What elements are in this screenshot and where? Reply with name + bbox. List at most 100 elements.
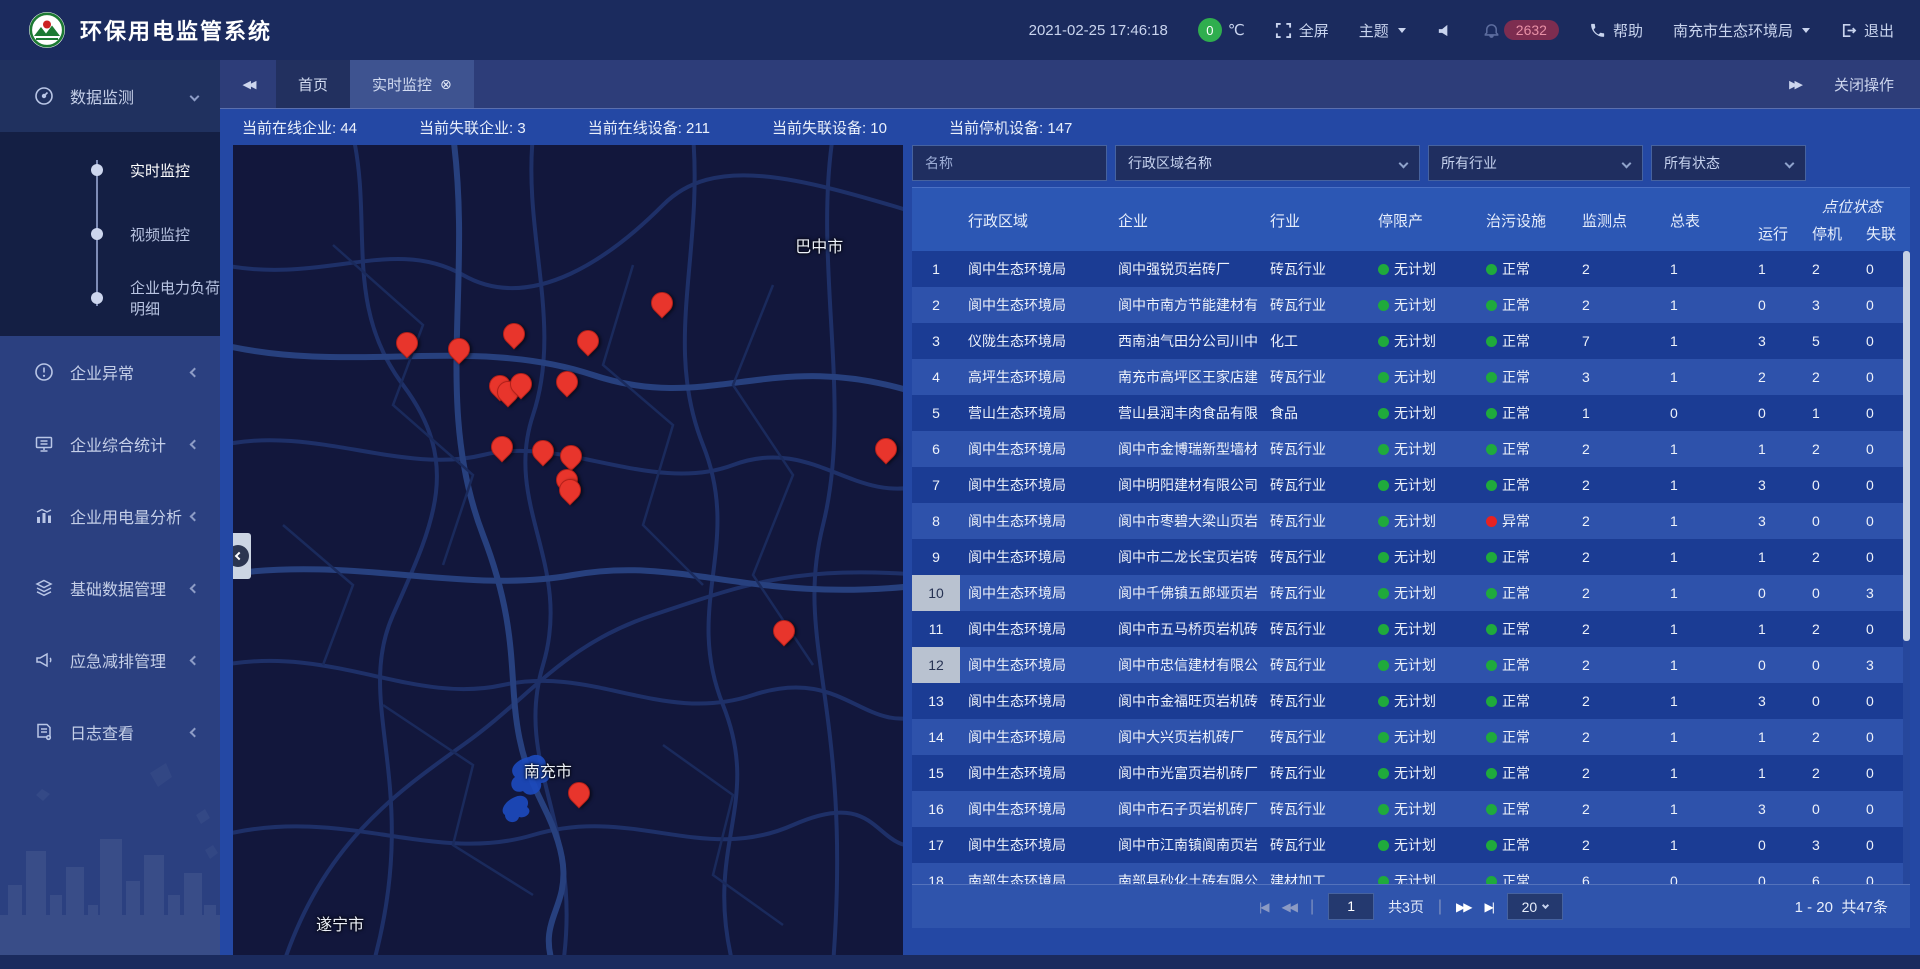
- page-size-select[interactable]: 20: [1507, 893, 1563, 920]
- cell-industry: 砖瓦行业: [1262, 511, 1370, 531]
- logout-button[interactable]: 退出: [1840, 20, 1894, 41]
- table-row[interactable]: 14阆中生态环境局阆中大兴页岩机砖厂砖瓦行业无计划正常21120: [912, 719, 1910, 755]
- bullet-dot-icon: [91, 292, 103, 304]
- bullet-dot-icon: [91, 164, 103, 176]
- prev-page-button[interactable]: ◀◀: [1281, 900, 1295, 914]
- last-page-button[interactable]: ▶|: [1485, 900, 1493, 914]
- cell-enterprise: 阆中千佛镇五郎垭页岩: [1110, 583, 1262, 603]
- status-metric-3: 当前失联设备: 10: [772, 117, 887, 138]
- tab-realtime-monitor[interactable]: 实时监控 ⊗: [350, 60, 474, 108]
- chevron-down-icon: [1542, 901, 1549, 908]
- cell-monitor-count: 2: [1574, 837, 1662, 853]
- tabs-scroll-left-button[interactable]: ◀◀: [220, 60, 276, 108]
- name-filter-input[interactable]: [925, 155, 1094, 171]
- status-dot-icon: [1378, 516, 1389, 527]
- status-dot-icon: [1486, 768, 1497, 779]
- cell-run-count: 0: [1750, 657, 1804, 673]
- chevron-left-icon: [190, 727, 200, 737]
- cell-run-count: 0: [1750, 297, 1804, 313]
- table-header: 行政区域 企业 行业 停限产 治污设施 监测点 总表 运行 停机 失联 点位状态: [912, 187, 1910, 251]
- sidebar-item-2[interactable]: 企业综合统计: [0, 408, 220, 480]
- table-row[interactable]: 1阆中生态环境局阆中强锐页岩砖厂砖瓦行业无计划正常21120: [912, 251, 1910, 287]
- cell-stop-count: 0: [1804, 657, 1858, 673]
- sidebar-subitem-0-0[interactable]: 实时监控: [0, 138, 220, 202]
- cell-region: 阆中生态环境局: [960, 799, 1110, 819]
- cell-enterprise: 阆中市石子页岩机砖厂: [1110, 799, 1262, 819]
- table-row[interactable]: 2阆中生态环境局阆中市南方节能建材有砖瓦行业无计划正常21030: [912, 287, 1910, 323]
- status-dot-icon: [1378, 300, 1389, 311]
- sidebar-item-4[interactable]: 基础数据管理: [0, 552, 220, 624]
- cell-region: 阆中生态环境局: [960, 475, 1110, 495]
- table-row[interactable]: 9阆中生态环境局阆中市二龙长宝页岩砖砖瓦行业无计划正常21120: [912, 539, 1910, 575]
- cell-facility-status: 正常: [1478, 547, 1574, 567]
- table-scrollbar-thumb[interactable]: [1903, 251, 1910, 641]
- status-filter-select[interactable]: 所有状态: [1651, 145, 1806, 181]
- fullscreen-button[interactable]: 全屏: [1275, 20, 1329, 41]
- first-page-button[interactable]: |◀: [1259, 900, 1267, 914]
- cell-monitor-count: 2: [1574, 693, 1662, 709]
- page-number-input[interactable]: 1: [1328, 893, 1374, 920]
- cell-industry: 建材加工: [1262, 871, 1370, 884]
- table-row[interactable]: 10阆中生态环境局阆中千佛镇五郎垭页岩砖瓦行业无计划正常21003: [912, 575, 1910, 611]
- status-dot-icon: [1378, 444, 1389, 455]
- tab-home[interactable]: 首页: [276, 60, 350, 108]
- notifications[interactable]: 2632: [1483, 20, 1559, 40]
- logout-icon: [1840, 22, 1857, 39]
- cell-monitor-count: 2: [1574, 261, 1662, 277]
- table-row[interactable]: 11阆中生态环境局阆中市五马桥页岩机砖砖瓦行业无计划正常21120: [912, 611, 1910, 647]
- window-bottom-edge: [0, 955, 1920, 969]
- name-filter-field[interactable]: [912, 145, 1107, 181]
- tabs-scroll-right-button[interactable]: ▶▶: [1789, 78, 1800, 91]
- table-row[interactable]: 13阆中生态环境局阆中市金福旺页岩机砖砖瓦行业无计划正常21300: [912, 683, 1910, 719]
- close-operations-button[interactable]: 关闭操作: [1834, 74, 1894, 95]
- map-collapse-button[interactable]: [233, 533, 251, 579]
- cell-industry: 砖瓦行业: [1262, 583, 1370, 603]
- table-row[interactable]: 15阆中生态环境局阆中市光富页岩机砖厂砖瓦行业无计划正常21120: [912, 755, 1910, 791]
- help-button[interactable]: 帮助: [1589, 20, 1643, 41]
- table-row[interactable]: 8阆中生态环境局阆中市枣碧大梁山页岩砖瓦行业无计划异常21300: [912, 503, 1910, 539]
- next-page-button[interactable]: ▶▶: [1456, 900, 1470, 914]
- cell-index: 11: [912, 611, 960, 647]
- cell-production-status: 无计划: [1370, 835, 1478, 855]
- mute-button[interactable]: [1436, 22, 1453, 39]
- cell-index: 2: [912, 287, 960, 323]
- table-row[interactable]: 7阆中生态环境局阆中明阳建材有限公司砖瓦行业无计划正常21300: [912, 467, 1910, 503]
- industry-filter-select[interactable]: 所有行业: [1428, 145, 1643, 181]
- status-dot-icon: [1486, 804, 1497, 815]
- map-panel[interactable]: 巴中市南充市遂宁市: [233, 145, 903, 955]
- table-row[interactable]: 4高坪生态环境局南充市高坪区王家店建砖瓦行业无计划正常31220: [912, 359, 1910, 395]
- status-dot-icon: [1378, 264, 1389, 275]
- region-filter-select[interactable]: 行政区域名称: [1115, 145, 1420, 181]
- cell-index: 16: [912, 791, 960, 827]
- sidebar-subitem-0-2[interactable]: 企业电力负荷明细: [0, 266, 220, 330]
- cell-meter-count: 1: [1662, 441, 1750, 457]
- table-row[interactable]: 3仪陇生态环境局西南油气田分公司川中化工无计划正常71350: [912, 323, 1910, 359]
- cell-run-count: 1: [1750, 261, 1804, 277]
- cell-production-status: 无计划: [1370, 295, 1478, 315]
- table-row[interactable]: 17阆中生态环境局阆中市江南镇阆南页岩砖瓦行业无计划正常21030: [912, 827, 1910, 863]
- sidebar-item-3[interactable]: 企业用电量分析: [0, 480, 220, 552]
- org-dropdown[interactable]: 南充市生态环境局: [1673, 20, 1810, 41]
- cell-meter-count: 1: [1662, 693, 1750, 709]
- column-header-region: 行政区域: [960, 188, 1110, 252]
- cell-industry: 砖瓦行业: [1262, 367, 1370, 387]
- table-scrollbar[interactable]: [1903, 251, 1910, 884]
- theme-dropdown[interactable]: 主题: [1359, 20, 1406, 41]
- sidebar-item-1[interactable]: 企业异常: [0, 336, 220, 408]
- status-dot-icon: [1486, 444, 1497, 455]
- table-row[interactable]: 12阆中生态环境局阆中市忠信建材有限公砖瓦行业无计划正常21003: [912, 647, 1910, 683]
- sidebar-item-0[interactable]: 数据监测: [0, 60, 220, 132]
- cell-monitor-count: 2: [1574, 801, 1662, 817]
- table-row[interactable]: 6阆中生态环境局阆中市金博瑞新型墙材砖瓦行业无计划正常21120: [912, 431, 1910, 467]
- table-row[interactable]: 16阆中生态环境局阆中市石子页岩机砖厂砖瓦行业无计划正常21300: [912, 791, 1910, 827]
- table-body: 1阆中生态环境局阆中强锐页岩砖厂砖瓦行业无计划正常211202阆中生态环境局阆中…: [912, 251, 1910, 884]
- cell-production-status: 无计划: [1370, 655, 1478, 675]
- column-header-index: [912, 188, 960, 252]
- tab-close-icon[interactable]: ⊗: [440, 76, 452, 93]
- cell-run-count: 3: [1750, 693, 1804, 709]
- cell-stop-count: 2: [1804, 369, 1858, 385]
- sidebar-subitem-0-1[interactable]: 视频监控: [0, 202, 220, 266]
- table-row[interactable]: 18南部生态环境局南部县砂化土砖有限公建材加工无计划正常60060: [912, 863, 1910, 884]
- table-row[interactable]: 5营山生态环境局营山县润丰肉食品有限食品无计划正常10010: [912, 395, 1910, 431]
- sidebar-item-5[interactable]: 应急减排管理: [0, 624, 220, 696]
